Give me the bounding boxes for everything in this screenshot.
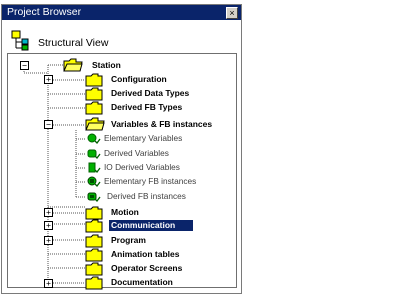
- tree-panel[interactable]: − Station + Configuration Derived Data T…: [7, 53, 237, 290]
- tree-item-motion[interactable]: Motion: [111, 207, 139, 218]
- expander-configuration[interactable]: +: [44, 75, 53, 84]
- folder-icon: [85, 206, 103, 220]
- folder-icon: [85, 276, 103, 290]
- expander-station[interactable]: −: [20, 61, 29, 70]
- tree-item-elementary-fb-instances[interactable]: Elementary FB instances: [104, 176, 196, 187]
- expander-program[interactable]: +: [44, 236, 53, 245]
- open-folder-icon: [85, 117, 105, 131]
- title-bar: Project Browser ×: [2, 5, 241, 20]
- window-title: Project Browser: [7, 6, 82, 18]
- tree-item-program[interactable]: Program: [111, 235, 146, 246]
- expander-documentation[interactable]: +: [44, 279, 53, 288]
- expander-motion[interactable]: +: [44, 208, 53, 217]
- expander-communication[interactable]: +: [44, 221, 53, 230]
- tree-item-animation-tables[interactable]: Animation tables: [111, 249, 179, 260]
- tree-item-operator-screens[interactable]: Operator Screens: [111, 263, 182, 274]
- tree-item-configuration[interactable]: Configuration: [111, 74, 167, 85]
- derived-variable-icon: [87, 149, 101, 159]
- folder-icon: [85, 87, 103, 101]
- elementary-variable-icon: [87, 133, 101, 144]
- tree-item-derived-fb-types[interactable]: Derived FB Types: [111, 102, 182, 113]
- folder-icon: [85, 248, 103, 262]
- tree-item-elementary-variables[interactable]: Elementary Variables: [104, 133, 182, 144]
- tree-item-derived-fb-instances[interactable]: Derived FB instances: [107, 191, 186, 202]
- derived-fb-instance-icon: [87, 192, 101, 202]
- close-button[interactable]: ×: [226, 7, 238, 19]
- expander-variables[interactable]: −: [44, 120, 53, 129]
- folder-icon: [85, 73, 103, 87]
- tree-item-derived-variables[interactable]: Derived Variables: [104, 148, 169, 159]
- project-browser-window: Project Browser × Structural View − Stat…: [1, 4, 242, 294]
- tree-item-variables-fb-instances[interactable]: Variables & FB instances: [111, 119, 212, 130]
- elementary-fb-instance-icon: [87, 176, 101, 187]
- open-folder-icon: [63, 58, 83, 72]
- tree-item-io-derived-variables[interactable]: IO Derived Variables: [104, 162, 180, 173]
- structural-view-label: Structural View: [38, 37, 109, 49]
- structural-view-icon: [11, 30, 29, 51]
- io-derived-variable-icon: [88, 162, 101, 173]
- tree-item-documentation[interactable]: Documentation: [111, 277, 173, 288]
- folder-icon: [85, 234, 103, 248]
- tree-item-derived-data-types[interactable]: Derived Data Types: [111, 88, 189, 99]
- tree-item-communication[interactable]: Communication: [109, 220, 193, 231]
- folder-icon: [85, 219, 103, 233]
- folder-icon: [85, 101, 103, 115]
- tree-item-station[interactable]: Station: [92, 60, 121, 71]
- folder-icon: [85, 262, 103, 276]
